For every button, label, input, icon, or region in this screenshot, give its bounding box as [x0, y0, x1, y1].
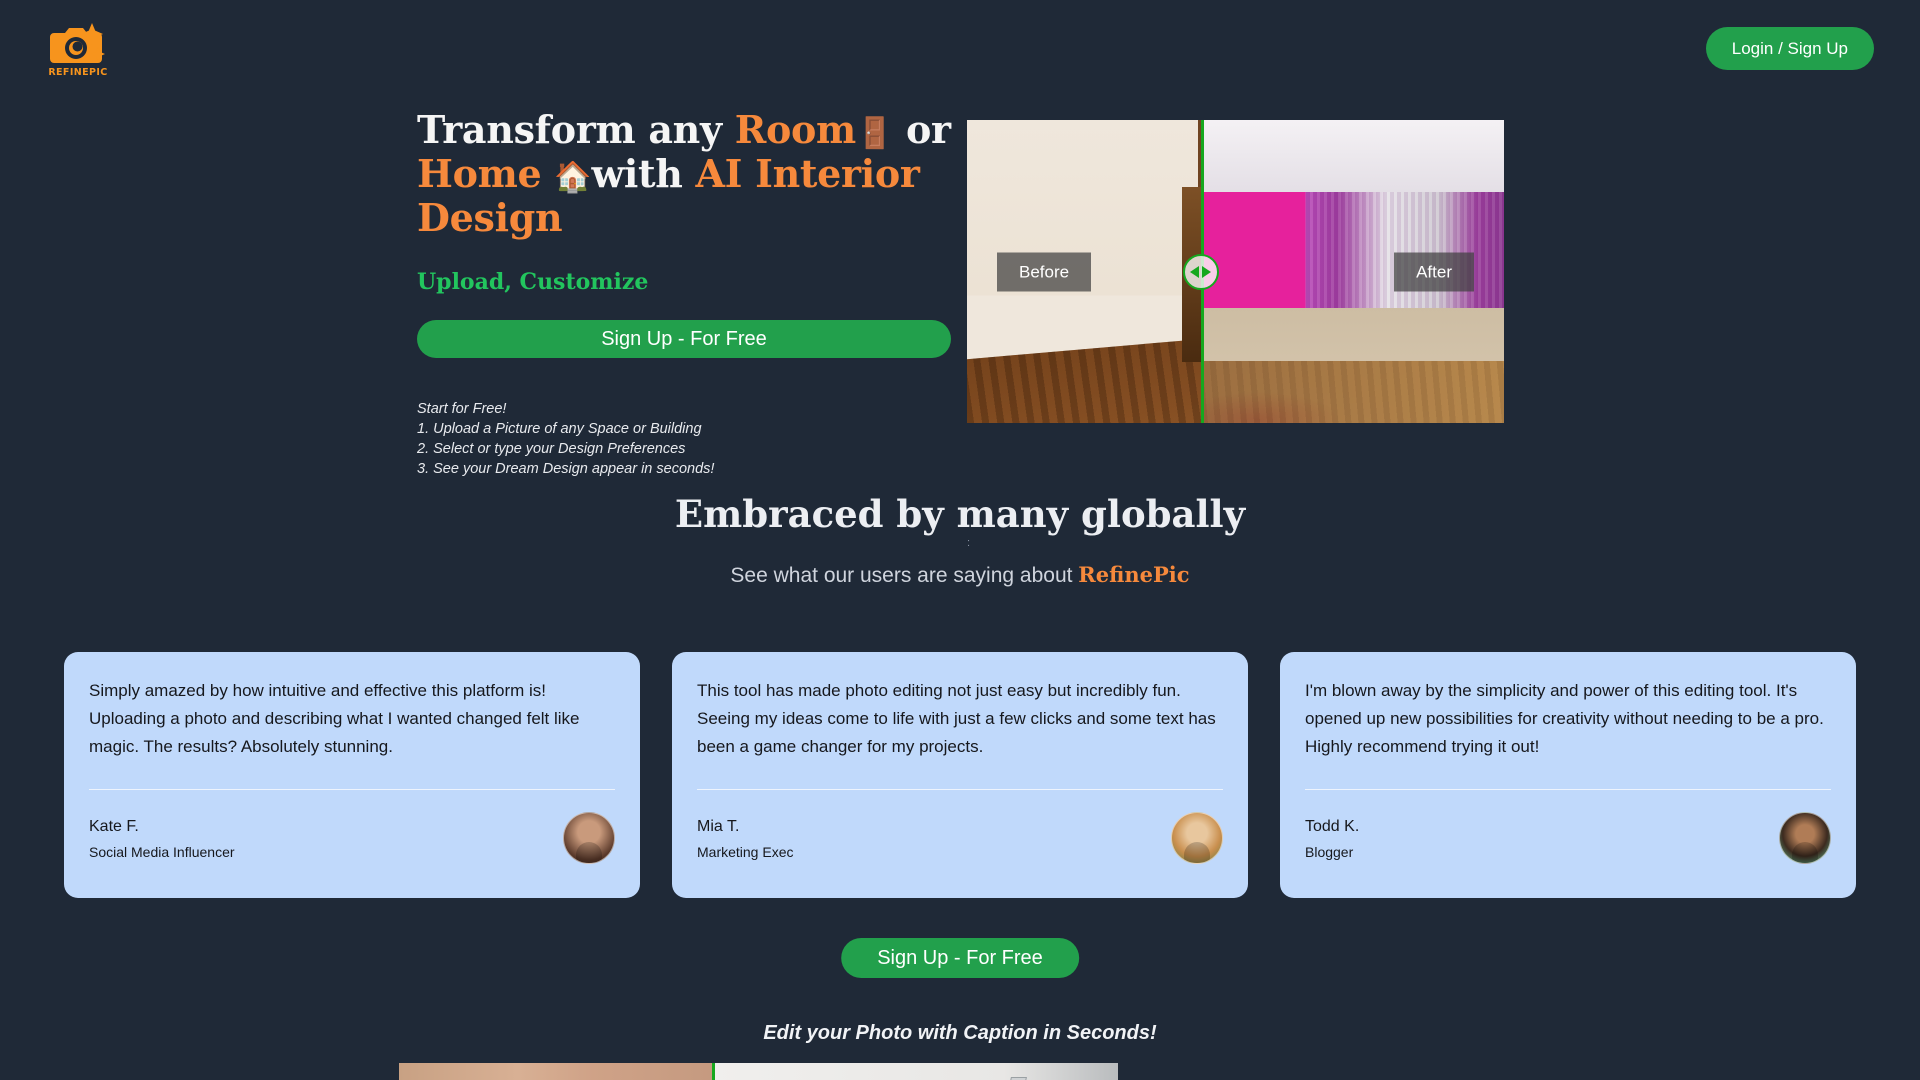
testimonials-subtitle-prefix: See what our users are saying about — [730, 564, 1079, 587]
camera-icon: REFINEPIC — [48, 23, 107, 78]
testimonial-quote: This tool has made photo editing not jus… — [697, 681, 1216, 756]
testimonial-footer: Mia T. Marketing Exec — [697, 812, 1223, 864]
testimonial-role: Social Media Influencer — [89, 843, 235, 860]
testimonial-footer: Kate F. Social Media Influencer — [89, 812, 615, 864]
testimonial-name: Kate F. — [89, 817, 139, 835]
before-after-slider[interactable]: Before After — [967, 120, 1504, 423]
card-divider — [89, 789, 615, 790]
testimonial-identity: Mia T. Marketing Exec — [697, 816, 793, 861]
door-emoji-icon: 🚪 — [855, 116, 894, 151]
card-divider — [697, 789, 1223, 790]
hero-section: Transform any Room🚪 or Home 🏠with AI Int… — [0, 110, 1920, 549]
hero-copy: Transform any Room🚪 or Home 🏠with AI Int… — [417, 110, 957, 479]
hero-title-or: or — [893, 107, 951, 152]
hero-title-room: Room — [734, 107, 857, 152]
house-emoji-icon: 🏠 — [554, 160, 592, 195]
testimonials-subtitle: See what our users are saying about Refi… — [0, 562, 1920, 588]
caption-before-image — [399, 1063, 712, 1080]
testimonial-quote: I'm blown away by the simplicity and pow… — [1305, 681, 1824, 756]
bottom-signup-button[interactable]: Sign Up - For Free — [841, 938, 1079, 978]
testimonial-identity: Todd K. Blogger — [1305, 816, 1359, 861]
arrow-right-icon — [1202, 265, 1212, 278]
testimonial-quote: Simply amazed by how intuitive and effec… — [89, 681, 580, 756]
site-header: REFINEPIC Login / Sign Up — [0, 0, 1920, 96]
slider-caret-marker: : — [967, 537, 971, 549]
steps-list: Start for Free! 1. Upload a Picture of a… — [417, 399, 957, 479]
testimonial-identity: Kate F. Social Media Influencer — [89, 816, 235, 861]
testimonial-footer: Todd K. Blogger — [1305, 812, 1831, 864]
hero-subtitle: Upload, Customize — [417, 269, 649, 295]
hero-title-with: with — [591, 151, 696, 196]
testimonial-card: This tool has made photo editing not jus… — [672, 652, 1248, 898]
testimonial-role: Blogger — [1305, 843, 1354, 860]
testimonials-title: Embraced by many globally — [674, 492, 1246, 536]
caption-slider-divider — [711, 1063, 715, 1080]
testimonial-card: I'm blown away by the simplicity and pow… — [1280, 652, 1856, 898]
hero-title-part1: Transform any — [417, 107, 735, 152]
avatar — [563, 812, 615, 864]
caption-before-after-slider[interactable] — [399, 1063, 1118, 1080]
testimonial-card: Simply amazed by how intuitive and effec… — [64, 652, 640, 898]
testimonial-name: Todd K. — [1305, 817, 1360, 835]
before-label: Before — [997, 252, 1092, 291]
page-title: Transform any Room🚪 or Home 🏠with AI Int… — [417, 110, 957, 238]
after-label: After — [1394, 252, 1474, 291]
avatar — [1779, 812, 1831, 864]
testimonial-name: Mia T. — [697, 817, 740, 835]
card-divider — [1305, 789, 1831, 790]
testimonials-subtitle-brand: RefinePic — [1078, 562, 1190, 587]
hero-signup-button[interactable]: Sign Up - For Free — [417, 320, 951, 358]
caption-section-title: Edit your Photo with Caption in Seconds! — [763, 1022, 1157, 1044]
steps-heading: Start for Free! — [417, 401, 507, 417]
testimonials-list: Simply amazed by how intuitive and effec… — [64, 652, 1856, 898]
login-signup-button[interactable]: Login / Sign Up — [1705, 26, 1874, 70]
avatar — [1171, 812, 1223, 864]
step-item-3: 3. See your Dream Design appear in secon… — [417, 461, 715, 477]
step-item-1: 1. Upload a Picture of any Space or Buil… — [417, 421, 702, 437]
arrow-left-icon — [1190, 265, 1200, 278]
slider-handle[interactable] — [1182, 253, 1219, 290]
testimonial-role: Marketing Exec — [697, 843, 794, 860]
caption-after-image — [711, 1063, 1118, 1080]
svg-text:REFINEPIC: REFINEPIC — [48, 67, 107, 78]
logo-link[interactable]: REFINEPIC — [46, 17, 110, 79]
step-item-2: 2. Select or type your Design Preference… — [417, 441, 686, 457]
hero-title-home: Home — [417, 151, 555, 196]
